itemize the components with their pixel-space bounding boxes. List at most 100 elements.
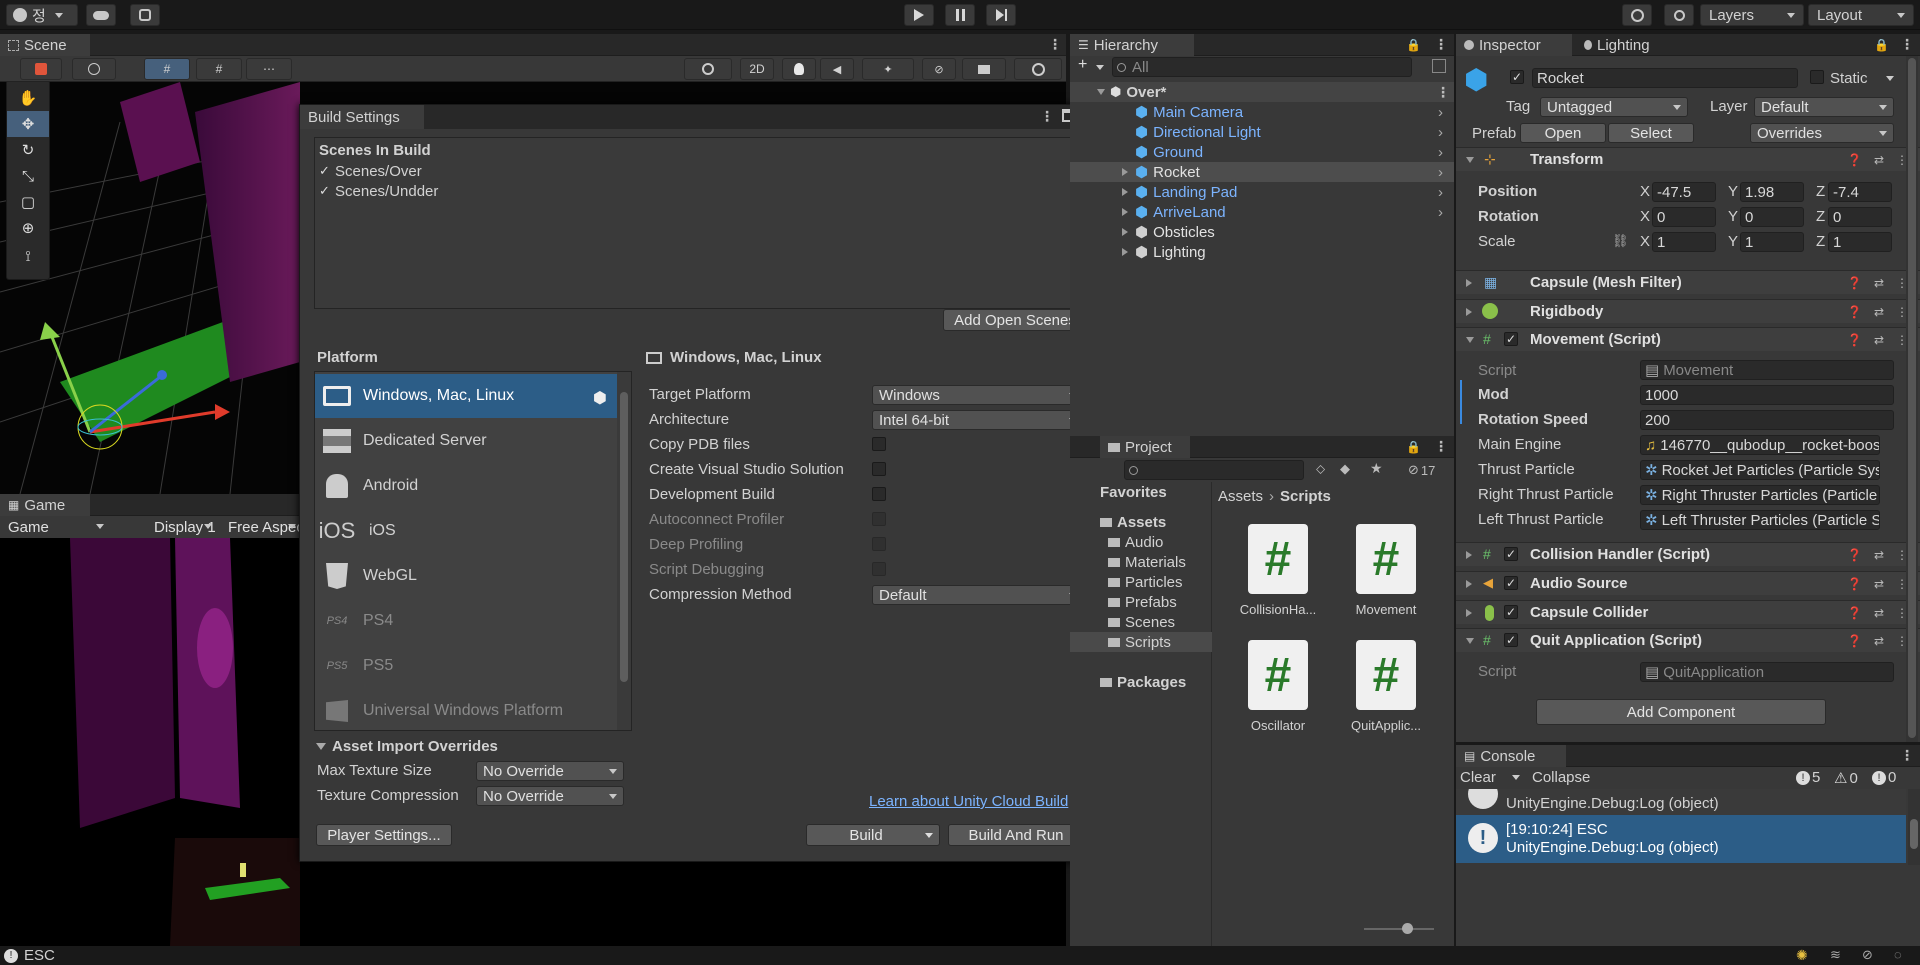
tab-build-settings[interactable]: Build Settings <box>300 105 424 129</box>
transform-rotation-z-input[interactable]: 0 <box>1828 207 1892 227</box>
transform-rotation-y-input[interactable]: 0 <box>1740 207 1804 227</box>
zoom-slider-thumb[interactable] <box>1402 923 1413 934</box>
help-icon[interactable]: ❓ <box>1847 276 1862 290</box>
console-scrollbar[interactable] <box>1908 789 1920 865</box>
collab-button[interactable] <box>130 4 160 26</box>
zoom-slider[interactable] <box>1364 923 1434 934</box>
inspector-scrollbar[interactable] <box>1906 56 1918 742</box>
capsule-collider-header[interactable]: ✓ Capsule Collider ❓ ⇄ ⋮ <box>1456 600 1920 624</box>
platform-scrollbar[interactable] <box>617 372 631 730</box>
project-file-item[interactable]: # Movement <box>1338 524 1434 624</box>
hierarchy-item[interactable]: ⬢ Landing Pad › <box>1070 182 1454 202</box>
scroll-thumb[interactable] <box>1908 58 1916 738</box>
list-item[interactable]: ✓ Scenes/Undder 1 <box>315 182 1087 202</box>
list-item[interactable]: UnityEngine.Debug:Log (object) <box>1456 789 1906 815</box>
prefab-select-button[interactable]: Select <box>1608 123 1694 143</box>
platform-item-windows[interactable]: Windows, Mac, Linux ⬢ <box>315 374 617 418</box>
error-count-toggle[interactable]: ! 0 <box>1872 769 1896 786</box>
transform-header[interactable]: ⊹ Transform ❓ ⇄ ⋮ <box>1456 147 1920 171</box>
help-icon[interactable]: ❓ <box>1847 548 1862 562</box>
presets-icon[interactable]: ⇄ <box>1874 305 1884 319</box>
scene-menu-icon[interactable]: ⋮ <box>1048 36 1062 53</box>
rotation-speed-input[interactable]: 200 <box>1640 410 1894 430</box>
presets-icon[interactable]: ⇄ <box>1874 333 1884 347</box>
project-file-item[interactable]: # QuitApplic... <box>1338 640 1434 740</box>
gizmos-dropdown[interactable] <box>1014 58 1062 80</box>
chevron-right-icon[interactable]: › <box>1438 104 1443 121</box>
script-debugging-checkbox[interactable] <box>872 562 886 576</box>
main-engine-field[interactable]: ♫ 146770__qubodup__rocket-boost <box>1640 435 1880 455</box>
hierarchy-item[interactable]: ⬢ Rocket › <box>1070 162 1454 182</box>
scroll-thumb[interactable] <box>1910 819 1918 849</box>
hidden-objects-toggle[interactable]: ⊘ <box>922 58 956 80</box>
expand-arrow-icon[interactable] <box>1122 188 1128 196</box>
build-and-run-button[interactable]: Build And Run <box>948 824 1084 846</box>
star-icon[interactable]: ★ <box>1370 460 1383 477</box>
hierarchy-item[interactable]: ⬢ Directional Light › <box>1070 122 1454 142</box>
audio-enabled-checkbox[interactable]: ✓ <box>1504 576 1518 590</box>
presets-icon[interactable]: ⇄ <box>1874 153 1884 167</box>
project-folder-item[interactable]: Audio <box>1070 532 1212 552</box>
hidden-packages-toggle[interactable]: ⊘ 17 <box>1408 462 1435 478</box>
presets-icon[interactable]: ⇄ <box>1874 606 1884 620</box>
list-item[interactable]: ✓ Scenes/Over 0 <box>315 162 1087 182</box>
chevron-right-icon[interactable]: › <box>1438 164 1443 181</box>
undo-history-button[interactable] <box>1622 4 1652 26</box>
platform-item-ios[interactable]: iOS iOS <box>315 509 617 553</box>
project-folder-item[interactable]: Materials <box>1070 552 1212 572</box>
info-count-toggle[interactable]: ! 5 <box>1796 769 1820 786</box>
help-icon[interactable]: ❓ <box>1847 305 1862 319</box>
project-file-item[interactable]: # Oscillator <box>1230 640 1326 740</box>
presets-icon[interactable]: ⇄ <box>1874 548 1884 562</box>
label-icon[interactable]: ◆ <box>1340 461 1350 477</box>
collapse-button[interactable]: Collapse <box>1532 769 1590 786</box>
presets-icon[interactable]: ⇄ <box>1874 634 1884 648</box>
add-icon[interactable]: + <box>1078 56 1087 74</box>
game-dropdown[interactable]: Game <box>2 517 110 537</box>
hierarchy-item[interactable]: ⬢ Obsticles <box>1070 222 1454 242</box>
tab-scene[interactable]: Scene <box>0 34 90 56</box>
breadcrumb-root[interactable]: Assets <box>1218 488 1263 505</box>
hierarchy-item[interactable]: ⬢ Ground › <box>1070 142 1454 162</box>
warning-count-toggle[interactable]: ⚠ 0 <box>1834 769 1858 788</box>
draw-mode-dropdown[interactable] <box>20 58 62 80</box>
auto-generate-icon[interactable]: ◌ <box>1894 947 1902 962</box>
effects-dropdown[interactable]: ✦ <box>862 58 914 80</box>
custom-tool-icon[interactable]: ⟟ <box>7 241 49 271</box>
rotate-tool-icon[interactable]: ↻ <box>7 137 49 163</box>
dev-build-checkbox[interactable] <box>872 487 886 501</box>
inspector-menu-icon[interactable]: ⋮ <box>1900 36 1914 53</box>
scene-visibility-icon[interactable] <box>1432 59 1446 73</box>
tag-dropdown[interactable]: Untagged <box>1540 97 1688 117</box>
rect-tool-icon[interactable]: ▢ <box>7 189 49 215</box>
architecture-dropdown[interactable]: Intel 64-bit <box>872 410 1084 430</box>
scroll-thumb[interactable] <box>620 392 628 682</box>
create-vs-checkbox[interactable] <box>872 462 886 476</box>
transform-rotation-x-input[interactable]: 0 <box>1652 207 1716 227</box>
scene-root-row[interactable]: ⬢ Over* ⋮ <box>1070 82 1454 102</box>
tab-hierarchy[interactable]: ☰ Hierarchy <box>1070 34 1194 56</box>
hierarchy-item[interactable]: ⬢ Lighting <box>1070 242 1454 262</box>
presets-icon[interactable]: ⇄ <box>1874 276 1884 290</box>
lock-icon[interactable]: 🔒 <box>1406 440 1421 454</box>
help-icon[interactable]: ❓ <box>1847 606 1862 620</box>
platform-item-ps4[interactable]: PS4 PS4 <box>315 599 617 643</box>
cache-icon[interactable]: ≋ <box>1830 947 1841 963</box>
chevron-right-icon[interactable]: › <box>1438 144 1443 161</box>
tab-console[interactable]: ▤ Console <box>1456 745 1566 767</box>
hierarchy-item[interactable]: ⬢ ArriveLand › <box>1070 202 1454 222</box>
tab-game[interactable]: ▦ Game <box>0 494 90 516</box>
expand-arrow-icon[interactable] <box>1122 228 1128 236</box>
chevron-right-icon[interactable]: › <box>1438 124 1443 141</box>
transform-position-x-input[interactable]: -47.5 <box>1652 182 1716 202</box>
collision-handler-header[interactable]: # ✓ Collision Handler (Script) ❓ ⇄ ⋮ <box>1456 542 1920 566</box>
layer-dropdown[interactable]: Default <box>1754 97 1894 117</box>
clear-button[interactable]: Clear <box>1460 769 1496 786</box>
chevron-down-icon[interactable] <box>925 833 933 838</box>
expand-arrow-icon[interactable] <box>1122 248 1128 256</box>
movement-header[interactable]: # ✓ Movement (Script) ❓ ⇄ ⋮ <box>1456 327 1920 351</box>
help-icon[interactable]: ❓ <box>1847 333 1862 347</box>
prefab-overrides-dropdown[interactable]: Overrides <box>1750 123 1894 143</box>
window-menu-icon[interactable]: ⋮ <box>1040 108 1054 125</box>
2d-toggle[interactable]: 2D <box>740 58 774 80</box>
